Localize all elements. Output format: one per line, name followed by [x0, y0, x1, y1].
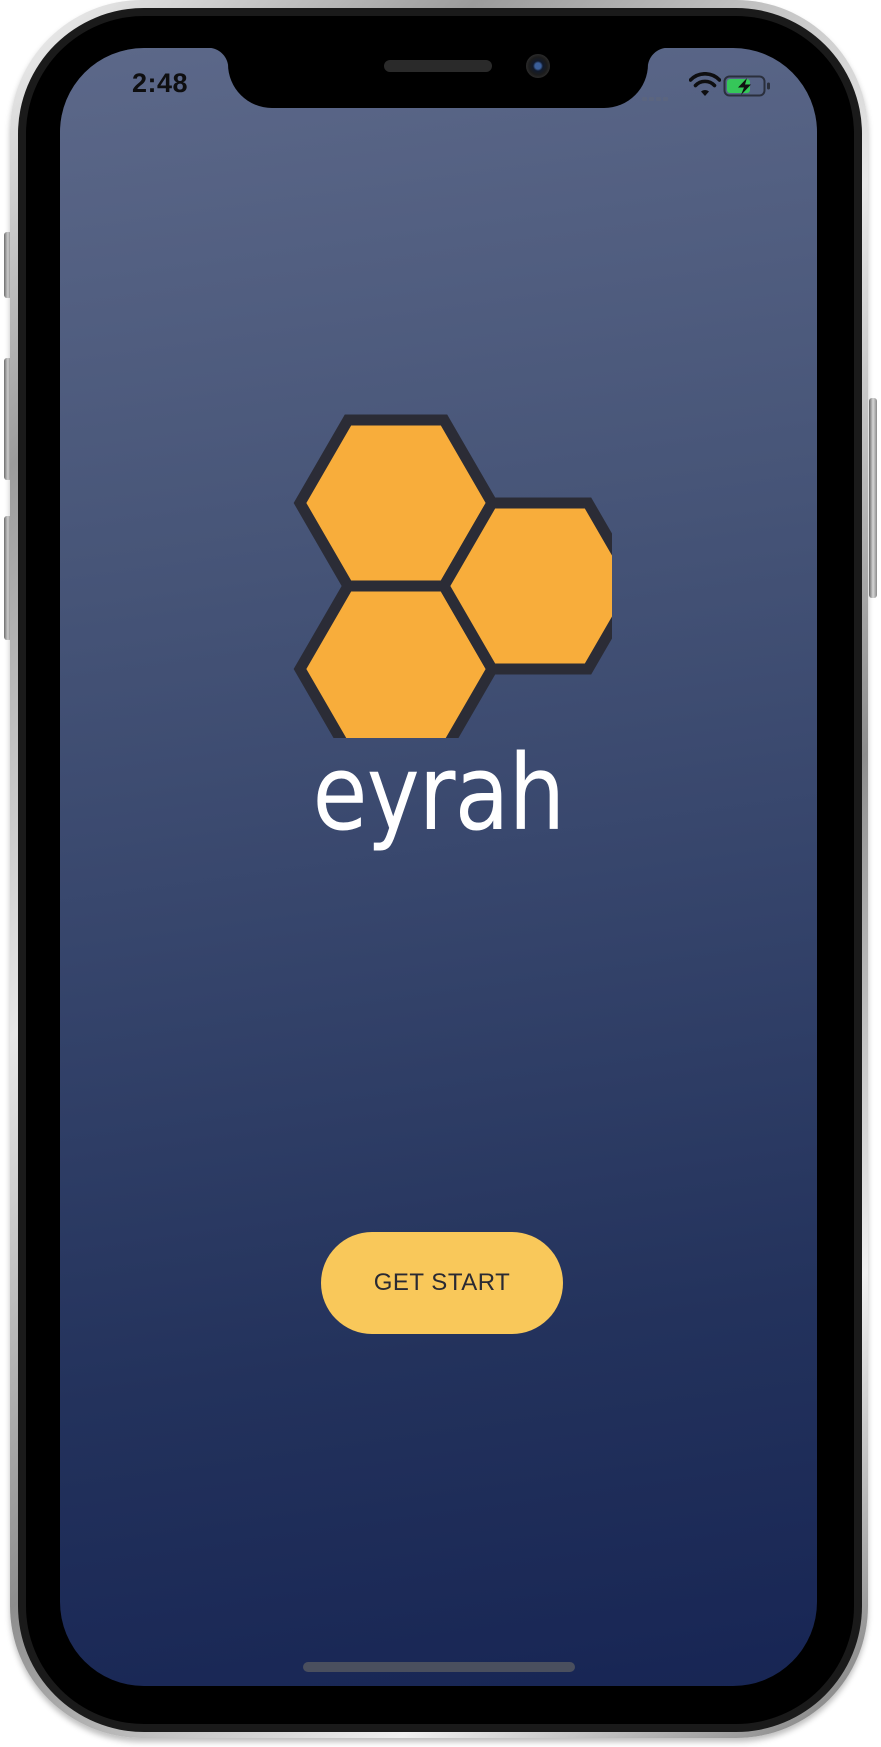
status-time: 2:48 [132, 68, 189, 98]
get-start-button[interactable]: GET START [321, 1232, 563, 1334]
device-frame: 2:48 eyrah GET START [0, 0, 881, 1747]
honeycomb-logo-icon [293, 414, 612, 738]
notch [208, 48, 668, 108]
front-camera [526, 54, 550, 78]
app-name: eyrah [312, 732, 566, 854]
power-button [869, 398, 877, 598]
earpiece-speaker [384, 60, 492, 72]
app-screen: 2:48 eyrah GET START [60, 48, 817, 1686]
wifi-icon [689, 72, 721, 96]
battery-charging-icon [723, 75, 770, 97]
signal-dots-icon [642, 88, 676, 101]
home-indicator[interactable] [303, 1662, 575, 1672]
